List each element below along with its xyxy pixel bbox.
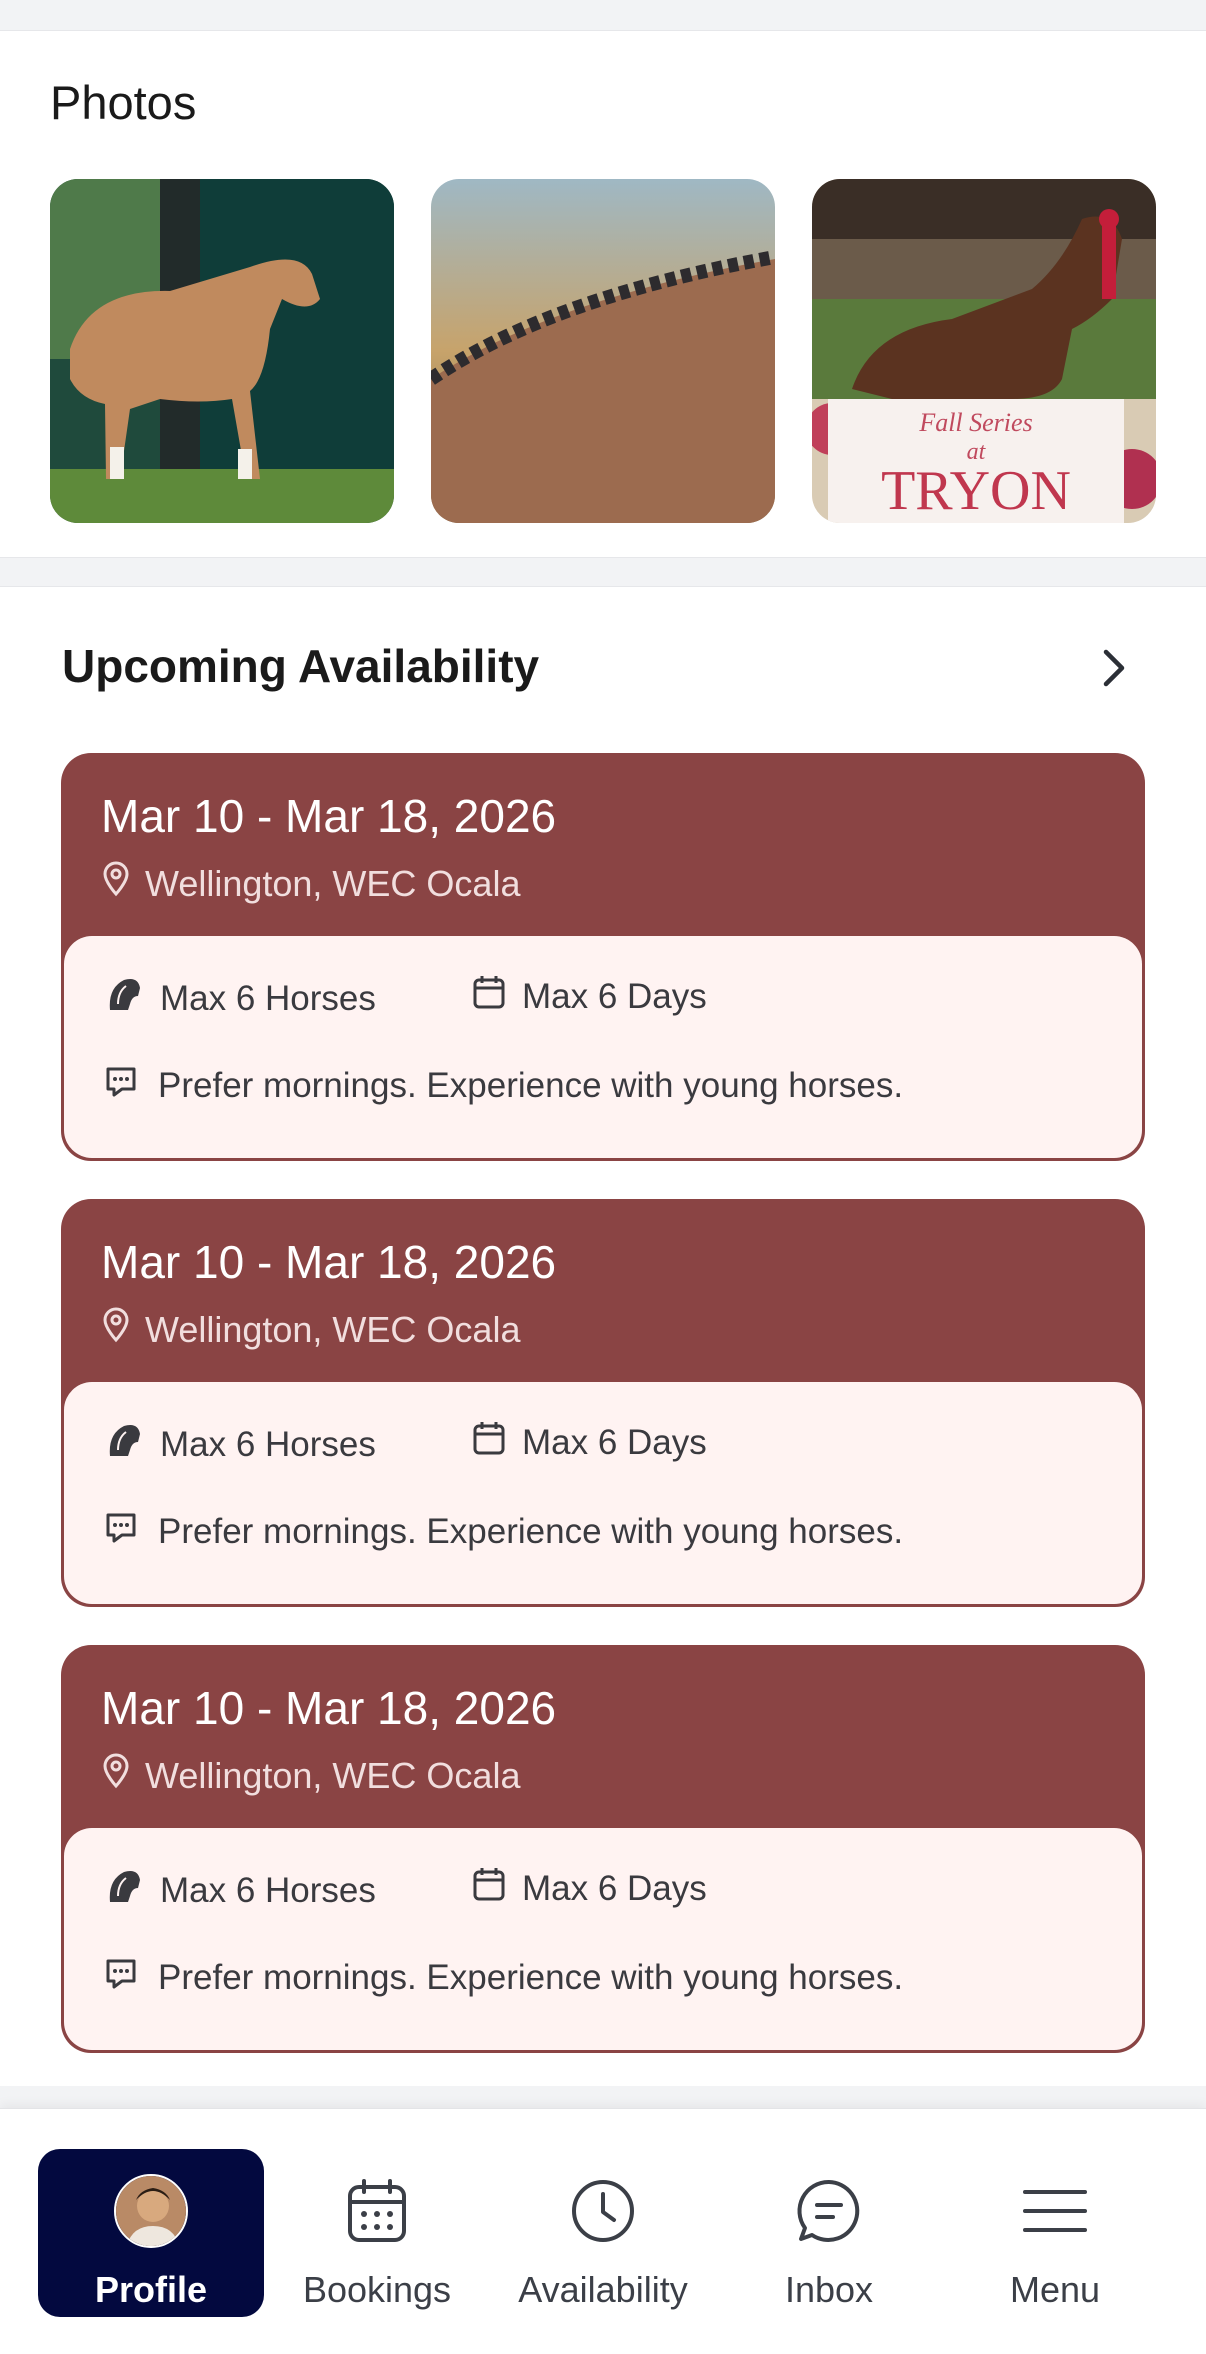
availability-section: Upcoming Availability Mar 10 - Mar 18, 2… xyxy=(0,586,1206,2086)
location-pin-icon xyxy=(101,1307,131,1352)
slot-details: Max 6 Horses Max 6 Days Prefer mornings.… xyxy=(64,936,1142,1158)
clock-icon xyxy=(570,2169,636,2253)
max-days-text: Max 6 Days xyxy=(522,1422,707,1462)
horse-show-image: Fall Series at TRYON xyxy=(812,179,1156,523)
max-horses-text: Max 6 Horses xyxy=(160,1870,376,1910)
max-horses-text: Max 6 Horses xyxy=(160,978,376,1018)
max-horses: Max 6 Horses xyxy=(104,1866,376,1915)
braided-mane-image xyxy=(431,179,775,523)
calendar-icon xyxy=(472,1420,506,1465)
avatar xyxy=(114,2174,188,2248)
slot-dates: Mar 10 - Mar 18, 2026 xyxy=(101,1236,557,1288)
slot-note-text: Prefer mornings. Experience with young h… xyxy=(158,1511,904,1551)
slot-note: Prefer mornings. Experience with young h… xyxy=(104,1510,903,1553)
nav-item-availability[interactable]: Availability xyxy=(490,2149,716,2317)
nav-label-profile: Profile xyxy=(94,2269,208,2310)
slot-dates: Mar 10 - Mar 18, 2026 xyxy=(101,790,557,842)
availability-slot-card[interactable]: Mar 10 - Mar 18, 2026 Wellington, WEC Oc… xyxy=(61,1199,1145,1607)
max-days: Max 6 Days xyxy=(472,1420,707,1465)
avatar-wrapper xyxy=(114,2169,188,2253)
slot-location: Wellington, WEC Ocala xyxy=(101,1307,520,1352)
horse-photo-image xyxy=(50,179,394,523)
slot-note-text: Prefer mornings. Experience with young h… xyxy=(158,1065,904,1105)
slot-note: Prefer mornings. Experience with young h… xyxy=(104,1064,903,1107)
nav-label-availability: Availability xyxy=(518,2269,688,2310)
slot-details: Max 6 Horses Max 6 Days Prefer mornings.… xyxy=(64,1382,1142,1604)
nav-item-bookings[interactable]: Bookings xyxy=(264,2149,490,2317)
max-horses: Max 6 Horses xyxy=(104,1420,376,1469)
horse-head-icon xyxy=(104,974,144,1023)
sign-text-line1: Fall Series xyxy=(918,408,1032,437)
nav-item-profile[interactable]: Profile xyxy=(38,2149,264,2317)
availability-slot-card[interactable]: Mar 10 - Mar 18, 2026 Wellington, WEC Oc… xyxy=(61,1645,1145,2053)
location-pin-icon xyxy=(101,1753,131,1798)
photo-thumbnail[interactable] xyxy=(50,179,394,523)
comment-icon xyxy=(104,1064,138,1107)
chevron-right-icon[interactable] xyxy=(1094,643,1134,693)
slot-note-text: Prefer mornings. Experience with young h… xyxy=(158,1957,904,1997)
nav-label-inbox: Inbox xyxy=(784,2269,874,2310)
bottom-nav: Profile Bookings Availability Inbox Menu xyxy=(0,2108,1206,2354)
location-pin-icon xyxy=(101,861,131,906)
photo-thumbnail[interactable]: Fall Series at TRYON xyxy=(812,179,1156,523)
max-horses-text: Max 6 Horses xyxy=(160,1424,376,1464)
nav-label-menu: Menu xyxy=(1009,2269,1101,2310)
max-days: Max 6 Days xyxy=(472,974,707,1019)
calendar-icon xyxy=(472,1866,506,1911)
calendar-icon xyxy=(472,974,506,1019)
slot-location-text: Wellington, WEC Ocala xyxy=(145,1754,521,1796)
photos-title: Photos xyxy=(50,76,197,129)
hamburger-icon xyxy=(1022,2169,1088,2253)
slot-location-text: Wellington, WEC Ocala xyxy=(145,862,521,904)
chat-icon xyxy=(796,2169,862,2253)
photo-thumbnail[interactable] xyxy=(431,179,775,523)
horse-head-icon xyxy=(104,1866,144,1915)
slot-location-text: Wellington, WEC Ocala xyxy=(145,1308,521,1350)
max-days: Max 6 Days xyxy=(472,1866,707,1911)
horse-head-icon xyxy=(104,1420,144,1469)
max-days-text: Max 6 Days xyxy=(522,976,707,1016)
availability-title: Upcoming Availability xyxy=(62,640,540,692)
nav-label-bookings: Bookings xyxy=(302,2269,452,2310)
sign-text-line3: TRYON xyxy=(881,460,1071,522)
slot-location: Wellington, WEC Ocala xyxy=(101,861,520,906)
slot-note: Prefer mornings. Experience with young h… xyxy=(104,1956,903,1999)
max-horses: Max 6 Horses xyxy=(104,974,376,1023)
slot-location: Wellington, WEC Ocala xyxy=(101,1753,520,1798)
slot-details: Max 6 Horses Max 6 Days Prefer mornings.… xyxy=(64,1828,1142,2050)
comment-icon xyxy=(104,1510,138,1553)
comment-icon xyxy=(104,1956,138,1999)
nav-item-inbox[interactable]: Inbox xyxy=(716,2149,942,2317)
slot-dates: Mar 10 - Mar 18, 2026 xyxy=(101,1682,557,1734)
max-days-text: Max 6 Days xyxy=(522,1868,707,1908)
photos-section: Photos Fall Series at TRYON xyxy=(0,30,1206,558)
availability-slot-card[interactable]: Mar 10 - Mar 18, 2026 Wellington, WEC Oc… xyxy=(61,753,1145,1161)
calendar-icon xyxy=(346,2169,408,2253)
nav-item-menu[interactable]: Menu xyxy=(942,2149,1168,2317)
